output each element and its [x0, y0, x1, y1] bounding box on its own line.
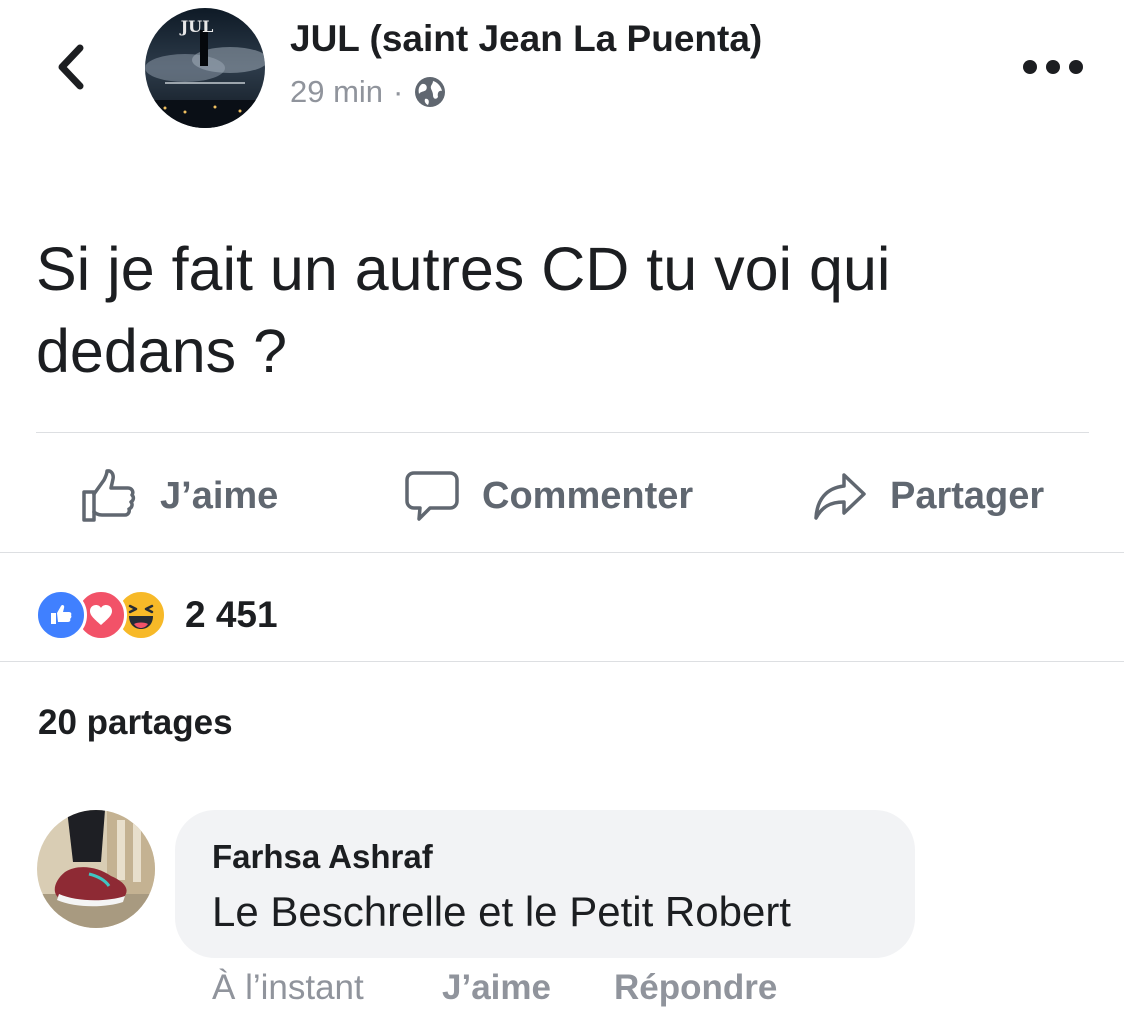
comment-time: À l’instant	[212, 968, 364, 1007]
share-button[interactable]: Partager	[812, 466, 1044, 526]
divider	[36, 432, 1089, 433]
share-label: Partager	[890, 474, 1045, 517]
comment-button[interactable]: Commenter	[404, 466, 693, 526]
more-options-button[interactable]	[1020, 54, 1086, 80]
share-arrow-icon	[814, 473, 866, 520]
more-dots-icon	[1023, 60, 1083, 74]
reactions-summary[interactable]: 2 451	[35, 589, 278, 641]
page-avatar[interactable]: JUL	[145, 8, 265, 128]
comment-reply-button[interactable]: Répondre	[614, 968, 777, 1008]
divider	[0, 552, 1124, 553]
comment-label: Commenter	[482, 474, 694, 517]
comment-bubble-icon	[405, 471, 459, 521]
back-button[interactable]	[52, 42, 92, 92]
reaction-count: 2 451	[185, 594, 278, 635]
shares-count[interactable]: 20 partages	[38, 703, 233, 743]
like-reaction-icon	[35, 589, 87, 641]
divider	[0, 661, 1124, 662]
post-time[interactable]: 29 min	[290, 74, 383, 110]
post-text: Si je fait un autres CD tu voi qui dedan…	[36, 235, 891, 385]
comment-like-button[interactable]: J’aime	[442, 968, 551, 1008]
like-button[interactable]: J’aime	[80, 466, 278, 526]
comment-text: Le Beschrelle et le Petit Robert	[212, 888, 791, 935]
thumbs-up-icon	[82, 469, 136, 522]
chevron-left-icon	[58, 44, 84, 90]
meta-separator: ·	[393, 74, 404, 109]
like-label: J’aime	[160, 474, 279, 517]
avatar-logo-text: JUL	[179, 17, 214, 36]
post-meta: 29 min ·	[290, 74, 447, 110]
globe-icon	[415, 77, 446, 107]
commenter-avatar[interactable]	[37, 810, 155, 928]
page-name[interactable]: JUL (saint Jean La Puenta)	[290, 18, 762, 60]
commenter-name[interactable]: Farhsa Ashraf	[212, 838, 433, 876]
